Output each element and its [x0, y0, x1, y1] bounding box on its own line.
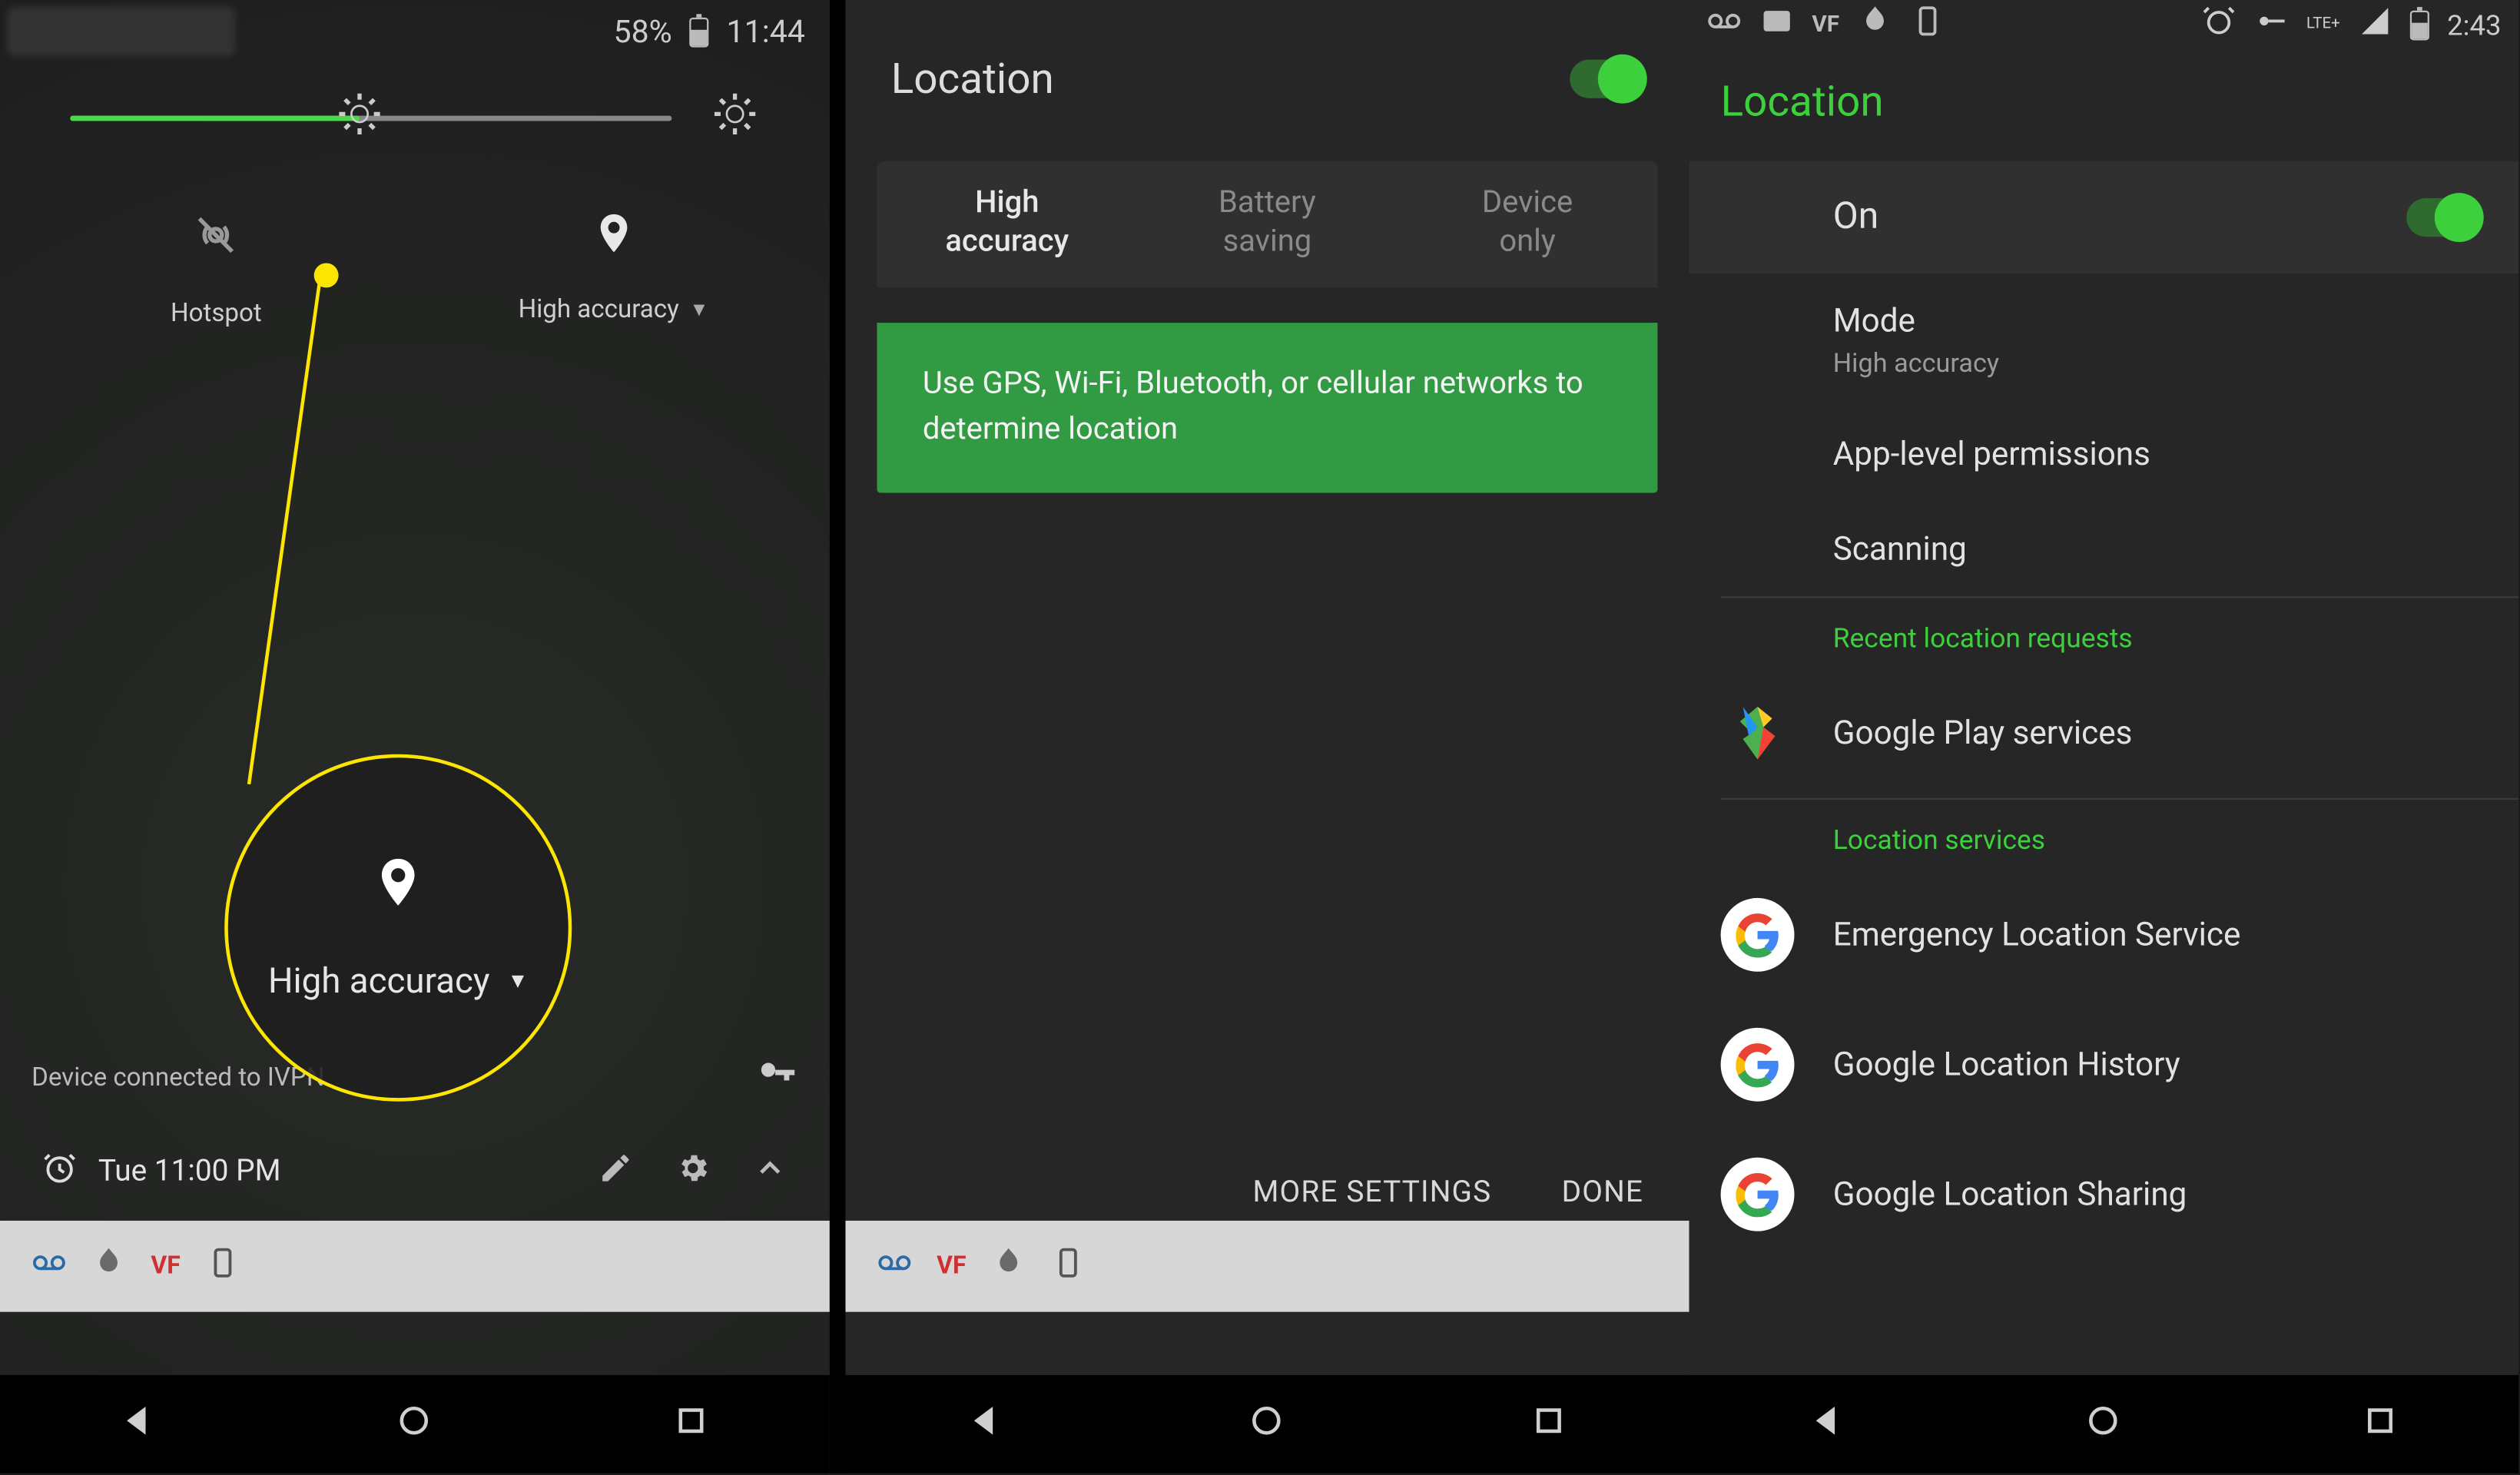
- mode-description: Use GPS, Wi-Fi, Bluetooth, or cellular n…: [877, 323, 1658, 492]
- location-sharing-row[interactable]: Google Location Sharing: [1833, 1129, 2519, 1259]
- mode-title: Mode: [1833, 302, 2480, 340]
- home-button[interactable]: [393, 1400, 436, 1449]
- carrier-blur: [7, 7, 235, 56]
- clock: 11:44: [727, 13, 805, 50]
- back-button[interactable]: [118, 1400, 160, 1449]
- vf-icon: VF: [151, 1252, 180, 1281]
- phone-icon: [1050, 1245, 1086, 1288]
- back-button[interactable]: [1806, 1400, 1849, 1449]
- notification-strip[interactable]: VF: [0, 1221, 830, 1312]
- done-button[interactable]: DONE: [1562, 1175, 1644, 1211]
- clock: 2:43: [2447, 8, 2501, 41]
- voicemail-icon: [1706, 4, 1742, 46]
- vpn-key-icon: [2253, 4, 2289, 46]
- back-button[interactable]: [965, 1400, 1007, 1449]
- recents-button[interactable]: [2359, 1400, 2402, 1449]
- google-icon: [1721, 898, 1795, 972]
- leaf-icon: [991, 1245, 1026, 1288]
- emergency-location-row[interactable]: Emergency Location Service: [1833, 870, 2519, 999]
- annotation-dot: [314, 263, 339, 287]
- alarm-icon: [42, 1150, 78, 1194]
- recents-button[interactable]: [670, 1400, 712, 1449]
- location-master-toggle[interactable]: [1570, 60, 1643, 98]
- quick-settings-screen: 58% 11:44 Hotspot High accuracy: [0, 0, 830, 1473]
- mode-value: High accuracy: [1833, 347, 2480, 379]
- status-bar: VF LTE+ 2:43: [1689, 0, 2519, 49]
- chevron-up-icon[interactable]: [752, 1151, 788, 1193]
- segment-high-accuracy[interactable]: High accuracy: [877, 161, 1138, 287]
- battery-icon: [2410, 10, 2429, 40]
- play-services-icon: [1717, 693, 1798, 774]
- brightness-slider[interactable]: [70, 115, 671, 121]
- app-permissions-row[interactable]: App-level permissions: [1833, 407, 2519, 502]
- google-icon: [1721, 1028, 1795, 1102]
- hotspot-off-icon: [191, 210, 240, 267]
- location-tile[interactable]: High accuracy ▼: [482, 210, 744, 328]
- brightness-slider-row: [70, 91, 759, 144]
- google-icon: [1721, 1158, 1795, 1231]
- vf-icon: VF: [937, 1252, 966, 1281]
- home-button[interactable]: [2083, 1400, 2125, 1449]
- battery-icon: [690, 17, 709, 47]
- home-button[interactable]: [1246, 1400, 1288, 1449]
- nav-bar: [845, 1375, 1689, 1473]
- leaf-icon: [1857, 4, 1892, 46]
- hotspot-tile[interactable]: Hotspot: [85, 210, 347, 328]
- sheet-title: Location: [891, 55, 1054, 104]
- location-history-row[interactable]: Google Location History: [1833, 999, 2519, 1129]
- image-icon: [1759, 4, 1795, 46]
- location-mode-sheet: Location High accuracy Battery saving De…: [845, 0, 1689, 1473]
- battery-percent: 58%: [613, 13, 671, 50]
- notification-strip[interactable]: VF: [845, 1221, 1689, 1312]
- nav-bar: [1689, 1375, 2519, 1473]
- segment-battery-saving[interactable]: Battery saving: [1137, 161, 1398, 287]
- vf-icon: VF: [1812, 12, 1839, 38]
- gear-icon[interactable]: [675, 1151, 711, 1193]
- location-services-header: Location services: [1833, 800, 2519, 870]
- brightness-thumb-icon[interactable]: [334, 89, 383, 145]
- voicemail-icon: [32, 1245, 67, 1288]
- more-settings-button[interactable]: MORE SETTINGS: [1252, 1175, 1491, 1211]
- annotation-zoom: High accuracy ▼: [224, 754, 572, 1102]
- mode-row[interactable]: Mode High accuracy: [1833, 273, 2519, 407]
- recent-play-services-row[interactable]: Google Play services: [1833, 668, 2519, 798]
- nav-bar: [0, 1375, 830, 1473]
- page-title: Location: [1721, 77, 1884, 126]
- edit-icon[interactable]: [598, 1151, 634, 1193]
- annotation-label: High accuracy: [268, 960, 490, 1002]
- signal-icon: [2358, 4, 2393, 46]
- qs-footer: Tue 11:00 PM: [0, 1132, 830, 1212]
- status-bar: 58% 11:44: [0, 0, 830, 63]
- scanning-row[interactable]: Scanning: [1833, 502, 2519, 596]
- hotspot-label: Hotspot: [171, 298, 262, 328]
- alarm-icon: [2201, 4, 2236, 46]
- leaf-icon: [91, 1245, 127, 1288]
- location-tile-label: High accuracy: [519, 295, 679, 325]
- voicemail-icon: [877, 1245, 913, 1288]
- recents-button[interactable]: [1527, 1400, 1570, 1449]
- phone-icon: [205, 1245, 240, 1288]
- mode-segment: High accuracy Battery saving Device only: [877, 161, 1658, 287]
- brightness-settings-icon[interactable]: [711, 89, 760, 145]
- location-pin-icon: [591, 210, 636, 263]
- chevron-down-icon[interactable]: ▼: [689, 298, 708, 321]
- phone-icon: [1909, 4, 1945, 46]
- vpn-status-text: Device connected to IVPN: [32, 1062, 324, 1092]
- location-pin-icon: [370, 854, 426, 917]
- chevron-down-icon: ▼: [507, 968, 528, 993]
- alarm-time[interactable]: Tue 11:00 PM: [98, 1154, 281, 1189]
- location-toggle[interactable]: [2406, 198, 2480, 237]
- location-on-row[interactable]: On: [1689, 161, 2519, 273]
- segment-device-only[interactable]: Device only: [1398, 161, 1658, 287]
- on-label: On: [1833, 197, 1878, 239]
- recent-requests-header: Recent location requests: [1833, 598, 2519, 668]
- signal-label: LTE+: [2306, 16, 2340, 34]
- location-settings-screen: VF LTE+ 2:43 Location On Mode High accur…: [1689, 0, 2519, 1473]
- vpn-key-icon[interactable]: [756, 1052, 798, 1102]
